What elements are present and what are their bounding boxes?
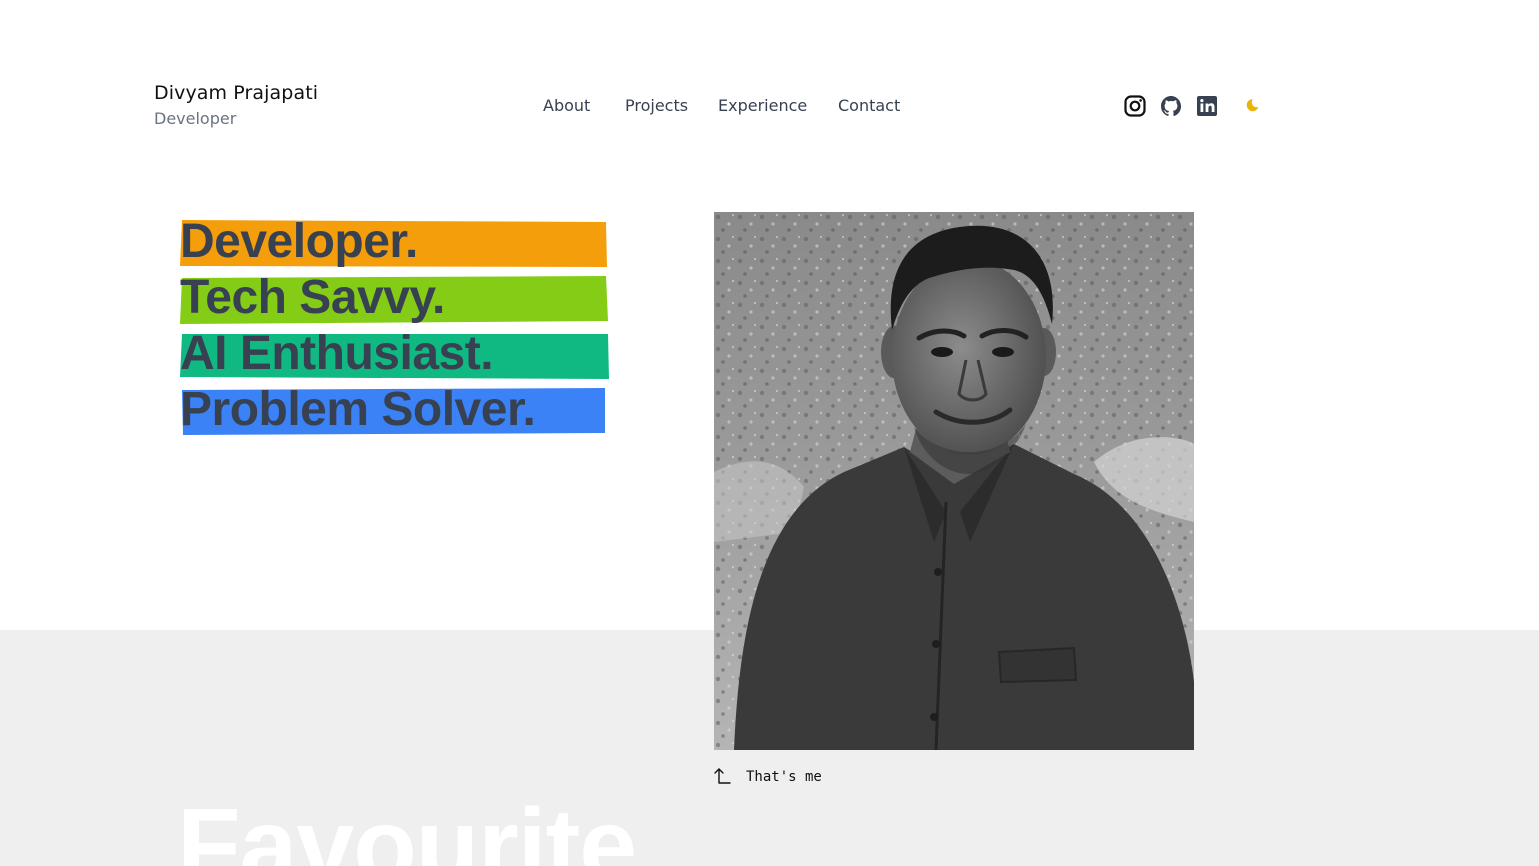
hero-line-developer: Developer. — [180, 216, 620, 268]
nav-link-about[interactable]: About — [543, 96, 590, 115]
hero-text: Developer. — [180, 215, 418, 268]
hero-text: AI Enthusiast. — [180, 327, 494, 380]
hero-text: Problem Solver. — [180, 383, 536, 436]
nav-link-projects[interactable]: Projects — [625, 96, 688, 115]
brand-name[interactable]: Divyam Prajapati — [154, 82, 318, 104]
hero-text: Tech Savvy. — [180, 271, 445, 324]
nav-link-experience[interactable]: Experience — [718, 96, 807, 115]
profile-photo-illustration — [714, 212, 1194, 750]
section-heading: Favourite — [177, 788, 637, 866]
corner-arrow-icon — [714, 768, 731, 784]
moon-icon[interactable] — [1243, 96, 1261, 114]
hero-line-tech-savvy: Tech Savvy. — [180, 272, 620, 324]
instagram-icon[interactable] — [1123, 94, 1147, 118]
hero-line-problem-solver: Problem Solver. — [180, 384, 620, 436]
caption-text: That's me — [746, 769, 822, 785]
page: Divyam Prajapati Developer About Project… — [0, 0, 1539, 866]
hero-line-ai-enthusiast: AI Enthusiast. — [180, 328, 620, 380]
linkedin-icon[interactable] — [1195, 94, 1219, 118]
nav-link-contact[interactable]: Contact — [838, 96, 900, 115]
brand[interactable]: Divyam Prajapati Developer — [154, 82, 318, 128]
profile-photo — [714, 212, 1194, 750]
github-icon[interactable] — [1159, 94, 1183, 118]
brand-role: Developer — [154, 109, 237, 128]
